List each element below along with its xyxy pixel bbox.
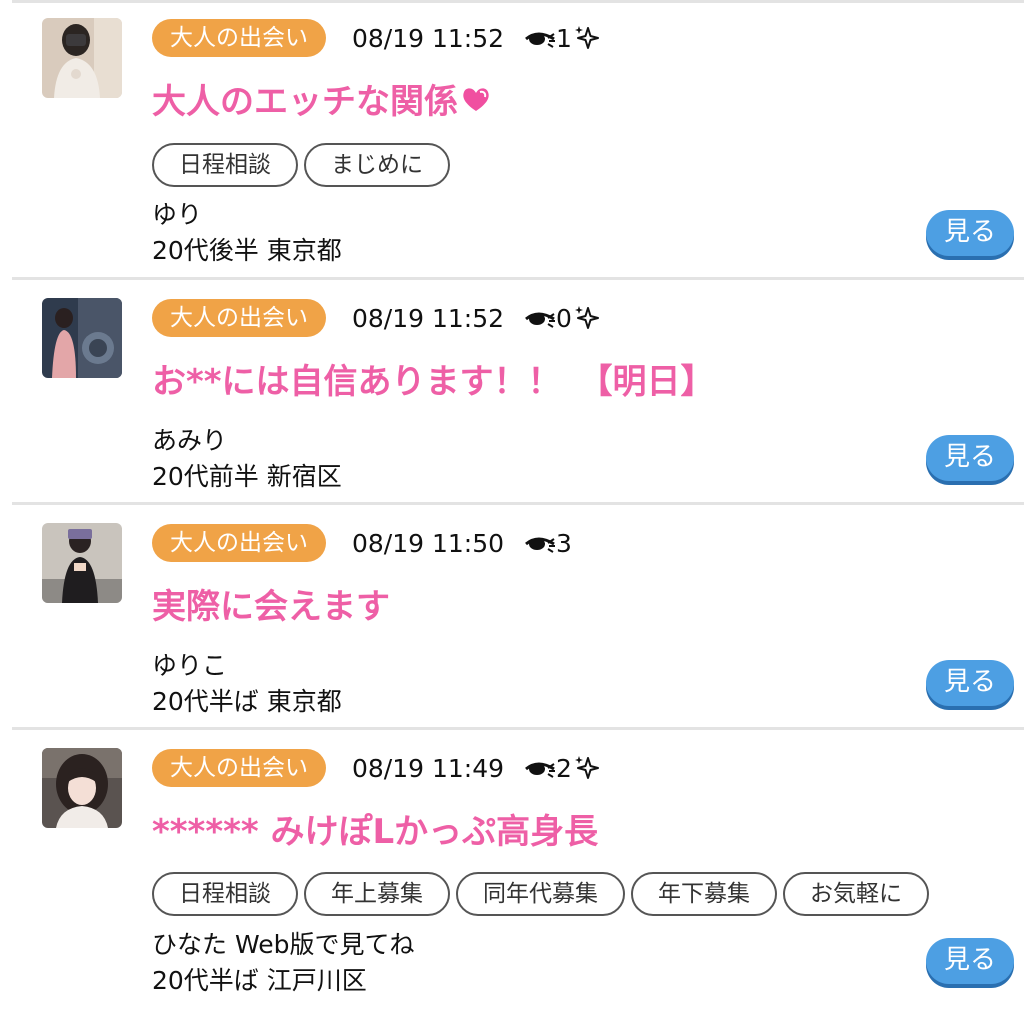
poster-name: ゆり: [152, 200, 203, 229]
view-button[interactable]: 見る: [926, 435, 1014, 481]
category-badge: 大人の出会い: [152, 749, 326, 787]
tag[interactable]: 年下募集: [631, 872, 777, 916]
post-datetime: 08/19 11:52: [352, 23, 505, 53]
view-button[interactable]: 見る: [926, 938, 1014, 984]
view-count-value: 0: [556, 303, 572, 333]
avatar[interactable]: [42, 748, 122, 828]
poster-name: あみり: [152, 426, 228, 455]
view-count-value: 3: [556, 528, 572, 558]
tag[interactable]: まじめに: [304, 143, 450, 187]
poster-profile: 20代半ば 江戸川区: [152, 966, 367, 995]
avatar[interactable]: [42, 298, 122, 378]
sparkle-icon: [574, 26, 599, 49]
category-badge: 大人の出会い: [152, 524, 326, 562]
post-item[interactable]: 大人の出会い 08/19 11:52 1 大人のエッチな関係 日程相談 まじめに…: [0, 0, 1024, 277]
avatar[interactable]: [42, 523, 122, 603]
post-title[interactable]: 実際に会えます: [152, 579, 390, 628]
post-title-text: 実際に会えます: [152, 587, 390, 627]
post-meta: 大人の出会い 08/19 11:49 2: [152, 748, 601, 788]
post-title-text: お**には自信あります！！ 【明日】: [152, 362, 715, 402]
post-list: 大人の出会い 08/19 11:52 1 大人のエッチな関係 日程相談 まじめに…: [0, 0, 1024, 1011]
tag-list: 日程相談 年上募集 同年代募集 年下募集 お気軽に: [152, 872, 935, 916]
tag-list: 日程相談 まじめに: [152, 143, 456, 187]
eye-icon: [525, 32, 556, 48]
eye-icon: [525, 312, 556, 328]
view-count-value: 1: [556, 23, 572, 53]
tag[interactable]: 日程相談: [152, 872, 298, 916]
poster-name: ひなた Web版で見てね: [152, 930, 415, 959]
category-badge: 大人の出会い: [152, 19, 326, 57]
view-count: 1: [524, 24, 601, 53]
post-meta: 大人の出会い 08/19 11:50 3: [152, 523, 572, 563]
poster-profile: 20代半ば 東京都: [152, 687, 342, 716]
view-button[interactable]: 見る: [926, 660, 1014, 706]
eye-icon: [525, 537, 556, 553]
category-badge: 大人の出会い: [152, 299, 326, 337]
post-title-text: 大人のエッチな関係: [152, 82, 458, 122]
view-count: 3: [524, 529, 572, 558]
sparkle-icon: [574, 306, 599, 329]
poster-profile: 20代前半 新宿区: [152, 462, 342, 491]
tag[interactable]: 年上募集: [304, 872, 450, 916]
avatar[interactable]: [42, 18, 122, 98]
post-title-text: ****** みけぽLかっぷ高身長: [152, 812, 599, 852]
heart-icon: [463, 87, 489, 111]
post-datetime: 08/19 11:50: [352, 528, 505, 558]
poster-name: ゆりこ: [152, 651, 228, 680]
view-count: 2: [524, 754, 601, 783]
post-title[interactable]: お**には自信あります！！ 【明日】: [152, 354, 715, 403]
post-title[interactable]: 大人のエッチな関係: [152, 74, 492, 123]
post-datetime: 08/19 11:49: [352, 753, 505, 783]
post-item[interactable]: 大人の出会い 08/19 11:50 3 実際に会えます ゆりこ 20代半ば 東…: [0, 505, 1024, 727]
tag[interactable]: 日程相談: [152, 143, 298, 187]
post-title[interactable]: ****** みけぽLかっぷ高身長: [152, 804, 598, 853]
sparkle-icon: [574, 756, 599, 779]
post-meta: 大人の出会い 08/19 11:52 1: [152, 18, 601, 58]
view-count-value: 2: [556, 753, 572, 783]
post-datetime: 08/19 11:52: [352, 303, 505, 333]
tag[interactable]: お気軽に: [783, 872, 929, 916]
view-button[interactable]: 見る: [926, 210, 1014, 256]
post-meta: 大人の出会い 08/19 11:52 0: [152, 298, 601, 338]
view-count: 0: [524, 304, 601, 333]
post-item[interactable]: 大人の出会い 08/19 11:52 0 お**には自信あります！！ 【明日】 …: [0, 280, 1024, 502]
poster-profile: 20代後半 東京都: [152, 236, 342, 265]
tag[interactable]: 同年代募集: [456, 872, 625, 916]
post-item[interactable]: 大人の出会い 08/19 11:49 2 ****** みけぽLかっぷ高身長 日…: [0, 730, 1024, 1011]
eye-icon: [525, 762, 556, 778]
